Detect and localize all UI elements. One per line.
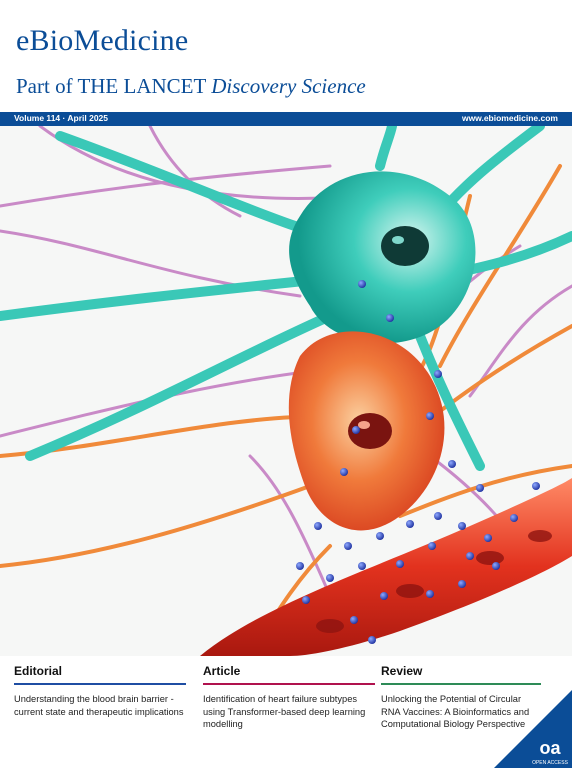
editorial-rule (14, 683, 186, 685)
journal-title: eBioMedicine (16, 24, 189, 57)
website-link[interactable]: www.ebiomedicine.com (462, 113, 558, 123)
review-heading: Review (381, 664, 423, 678)
volume-label: Volume 114 · April 2025 (14, 113, 109, 123)
oa-glyph: oa (539, 738, 561, 758)
open-access-label: OPEN ACCESS (532, 760, 569, 766)
subtitle-prefix: Part of THE LANCET (16, 74, 206, 98)
open-access-badge: oa OPEN ACCESS (494, 690, 572, 768)
issue-bar: Volume 114 · April 2025 www.ebiomedicine… (0, 112, 572, 126)
journal-subtitle: Part of THE LANCET Discovery Science (16, 74, 366, 99)
subtitle-suffix: Discovery Science (211, 74, 366, 98)
cover-illustration (0, 126, 572, 656)
masthead: eBioMedicine Part of THE LANCET Discover… (0, 0, 572, 112)
section-editorial[interactable]: Editorial Understanding the blood brain … (14, 664, 186, 718)
article-text[interactable]: Identification of heart failure subtypes… (203, 693, 375, 731)
editorial-text[interactable]: Understanding the blood brain barrier - … (14, 693, 186, 718)
neuron-nucleus (381, 226, 429, 266)
editorial-heading: Editorial (14, 664, 63, 678)
article-rule (203, 683, 375, 685)
review-rule (381, 683, 541, 685)
article-heading: Article (203, 664, 241, 678)
footer-highlights: Editorial Understanding the blood brain … (0, 656, 572, 768)
section-article[interactable]: Article Identification of heart failure … (203, 664, 375, 731)
